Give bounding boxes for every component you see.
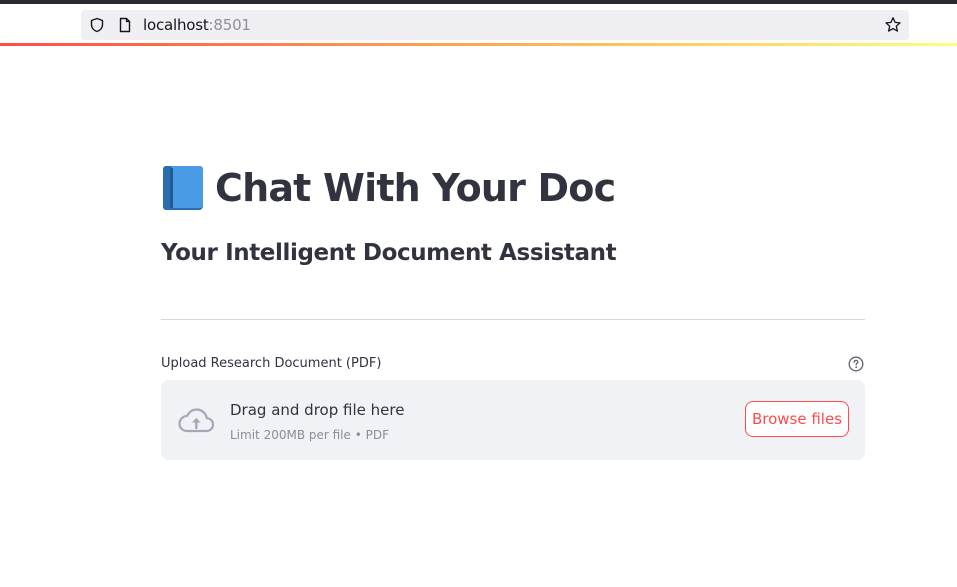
- page-icon[interactable]: [117, 17, 133, 33]
- page-title-row: Chat With Your Doc: [161, 160, 616, 216]
- page-title: Chat With Your Doc: [215, 166, 616, 210]
- divider: [161, 319, 865, 320]
- url-host: localhost: [143, 16, 209, 34]
- page-subtitle: Your Intelligent Document Assistant: [161, 240, 617, 266]
- url-port: :8501: [208, 16, 251, 34]
- uploader-label: Upload Research Document (PDF): [161, 356, 382, 371]
- header-decoration-bar: [0, 43, 957, 46]
- dropzone-instructions: Drag and drop file here: [230, 401, 405, 419]
- help-icon[interactable]: [848, 356, 864, 372]
- address-bar[interactable]: localhost:8501: [81, 10, 909, 40]
- shield-icon[interactable]: [89, 17, 105, 33]
- url-text[interactable]: localhost:8501: [143, 16, 251, 34]
- dropzone-limit-text: Limit 200MB per file • PDF: [230, 428, 389, 442]
- browser-toolbar: localhost:8501: [0, 4, 957, 44]
- bookmark-star-icon[interactable]: [884, 16, 902, 34]
- file-dropzone[interactable]: Drag and drop file here Limit 200MB per …: [161, 380, 865, 460]
- blue-book-icon: [163, 166, 203, 210]
- browse-files-button[interactable]: Browse files: [745, 401, 849, 437]
- cloud-upload-icon: [178, 408, 215, 433]
